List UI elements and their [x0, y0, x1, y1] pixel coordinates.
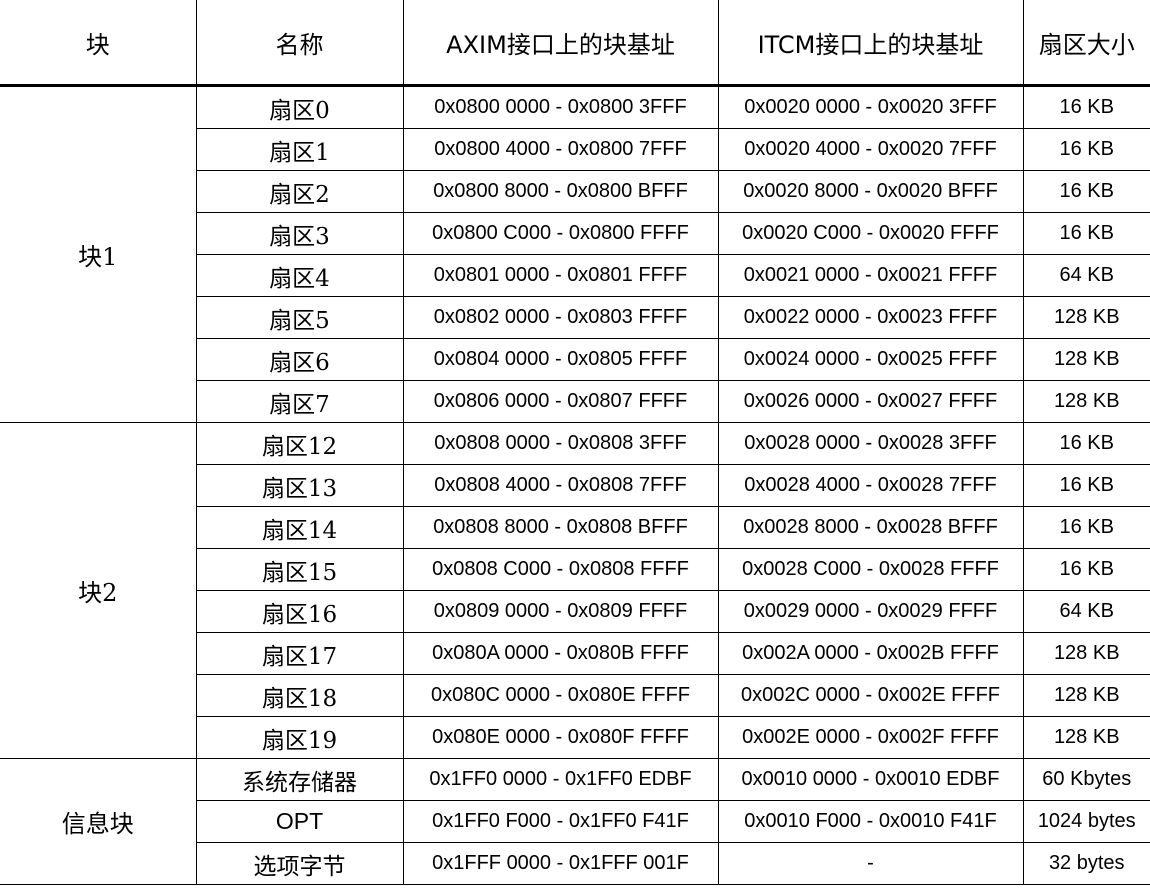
itcm-address-range: 0x0028 0000 - 0x0028 3FFF — [717, 422, 1024, 465]
table-body: 块1 扇区0 0x0800 0000 - 0x0800 3FFF 0x0020 000… — [0, 85, 1150, 885]
axim-address-range: 0x080C 0000 - 0x080E FFFF — [402, 674, 719, 717]
itcm-address-range: 0x0026 0000 - 0x0027 FFFF — [717, 380, 1024, 423]
sector-size: 16 KB — [1022, 422, 1150, 465]
sector-name: 扇区3 — [196, 212, 404, 255]
itcm-address-range: 0x0029 0000 - 0x0029 FFFF — [717, 590, 1024, 633]
sector-size: 32 bytes — [1022, 842, 1150, 885]
block-label: 块2 — [0, 422, 197, 759]
sector-name: OPT — [196, 800, 404, 843]
sector-name: 扇区4 — [196, 254, 404, 297]
itcm-address-range: 0x002E 0000 - 0x002F FFFF — [717, 716, 1024, 759]
itcm-address-range: 0x0020 4000 - 0x0020 7FFF — [717, 128, 1024, 171]
sector-name: 系统存储器 — [195, 758, 404, 801]
axim-address-range: 0x0800 0000 - 0x0800 3FFF — [402, 85, 719, 129]
sector-name: 扇区18 — [196, 674, 404, 717]
sector-name: 选项字节 — [196, 842, 404, 885]
sector-size: 16 KB — [1022, 85, 1150, 129]
sector-name: 扇区14 — [196, 506, 404, 549]
itcm-address-range: 0x0020 8000 - 0x0020 BFFF — [717, 170, 1024, 213]
sector-size: 1024 bytes — [1022, 800, 1150, 843]
itcm-address-range: 0x0028 4000 - 0x0028 7FFF — [717, 464, 1024, 507]
itcm-address-range: 0x0020 0000 - 0x0020 3FFF — [717, 85, 1024, 129]
sector-size: 128 KB — [1022, 632, 1150, 675]
sector-name: 扇区16 — [196, 590, 404, 633]
sector-name: 扇区5 — [196, 296, 404, 339]
sector-name: 扇区6 — [196, 338, 404, 381]
itcm-address-range: 0x0010 F000 - 0x0010 F41F — [717, 800, 1024, 843]
axim-address-range: 0x0809 0000 - 0x0809 FFFF — [402, 590, 719, 633]
header-sector-size: 扇区大小 — [1022, 0, 1150, 87]
table-row: 块1 扇区0 0x0800 0000 - 0x0800 3FFF 0x0020 000… — [0, 85, 1150, 423]
sector-size: 128 KB — [1022, 716, 1150, 759]
axim-address-range: 0x0800 8000 - 0x0800 BFFF — [402, 170, 719, 213]
axim-address-range: 0x1FFF 0000 - 0x1FFF 001F — [402, 842, 719, 885]
table-row: 信息块 系统存储器 0x1FF0 0000 - 0x1FF0 EDBF 0x0010 … — [0, 758, 1150, 885]
itcm-address-range: 0x0022 0000 - 0x0023 FFFF — [717, 296, 1024, 339]
axim-address-range: 0x0804 0000 - 0x0805 FFFF — [402, 338, 719, 381]
sector-size: 16 KB — [1022, 212, 1150, 255]
axim-address-range: 0x0802 0000 - 0x0803 FFFF — [402, 296, 719, 339]
header-name: 名称 — [195, 0, 404, 87]
table-header: 块 名称 AXIM接口上的块基址 ITCM接口上的块基址 扇区大小 — [0, 0, 1150, 87]
header-axim-address: AXIM接口上的块基址 — [402, 0, 719, 87]
header-row: 块 名称 AXIM接口上的块基址 ITCM接口上的块基址 扇区大小 — [0, 0, 1150, 87]
axim-address-range: 0x080E 0000 - 0x080F FFFF — [402, 716, 719, 759]
itcm-address-range: 0x0010 0000 - 0x0010 EDBF — [717, 758, 1024, 801]
itcm-address-range: 0x0028 8000 - 0x0028 BFFF — [717, 506, 1024, 549]
header-itcm-address: ITCM接口上的块基址 — [717, 0, 1024, 87]
table-row: 块2 扇区12 0x0808 0000 - 0x0808 3FFF 0x0028 00… — [0, 422, 1150, 759]
itcm-address-range: 0x0028 C000 - 0x0028 FFFF — [717, 548, 1024, 591]
axim-address-range: 0x0808 C000 - 0x0808 FFFF — [402, 548, 719, 591]
itcm-address-range: - — [717, 842, 1024, 885]
sector-size: 60 Kbytes — [1022, 758, 1150, 801]
sector-size: 128 KB — [1022, 380, 1150, 423]
itcm-address-range: 0x0020 C000 - 0x0020 FFFF — [717, 212, 1024, 255]
sector-size: 16 KB — [1022, 506, 1150, 549]
sector-size: 64 KB — [1022, 590, 1150, 633]
axim-address-range: 0x1FF0 0000 - 0x1FF0 EDBF — [402, 758, 719, 801]
sector-name: 扇区13 — [196, 464, 404, 507]
itcm-address-range: 0x0024 0000 - 0x0025 FFFF — [717, 338, 1024, 381]
itcm-address-range: 0x002C 0000 - 0x002E FFFF — [717, 674, 1024, 717]
sector-size: 64 KB — [1022, 254, 1150, 297]
header-block: 块 — [0, 0, 197, 87]
block-label: 信息块 — [0, 758, 197, 885]
sector-name: 扇区2 — [196, 170, 404, 213]
axim-address-range: 0x0808 8000 - 0x0808 BFFF — [402, 506, 719, 549]
axim-address-range: 0x1FF0 F000 - 0x1FF0 F41F — [402, 800, 719, 843]
sector-name: 扇区17 — [196, 632, 404, 675]
itcm-address-range: 0x0021 0000 - 0x0021 FFFF — [717, 254, 1024, 297]
axim-address-range: 0x0800 4000 - 0x0800 7FFF — [402, 128, 719, 171]
block-label: 块1 — [0, 85, 197, 423]
sector-size: 16 KB — [1022, 548, 1150, 591]
sector-name: 扇区7 — [196, 380, 404, 423]
sector-name: 扇区15 — [196, 548, 404, 591]
axim-address-range: 0x0801 0000 - 0x0801 FFFF — [402, 254, 719, 297]
sector-size: 16 KB — [1022, 464, 1150, 507]
axim-address-range: 0x0800 C000 - 0x0800 FFFF — [402, 212, 719, 255]
sector-size: 128 KB — [1022, 338, 1150, 381]
axim-address-range: 0x080A 0000 - 0x080B FFFF — [402, 632, 719, 675]
sector-name: 扇区0 — [195, 85, 404, 129]
sector-name: 扇区1 — [196, 128, 404, 171]
axim-address-range: 0x0808 0000 - 0x0808 3FFF — [402, 422, 719, 465]
sector-size: 16 KB — [1022, 128, 1150, 171]
itcm-address-range: 0x002A 0000 - 0x002B FFFF — [717, 632, 1024, 675]
axim-address-range: 0x0808 4000 - 0x0808 7FFF — [402, 464, 719, 507]
sector-name: 扇区19 — [196, 716, 404, 759]
sector-size: 128 KB — [1022, 674, 1150, 717]
flash-memory-map-table: 块 名称 AXIM接口上的块基址 ITCM接口上的块基址 扇区大小 块1 扇区0 0… — [0, 0, 1150, 885]
axim-address-range: 0x0806 0000 - 0x0807 FFFF — [402, 380, 719, 423]
sector-size: 16 KB — [1022, 170, 1150, 213]
sector-size: 128 KB — [1022, 296, 1150, 339]
sector-name: 扇区12 — [195, 422, 404, 465]
